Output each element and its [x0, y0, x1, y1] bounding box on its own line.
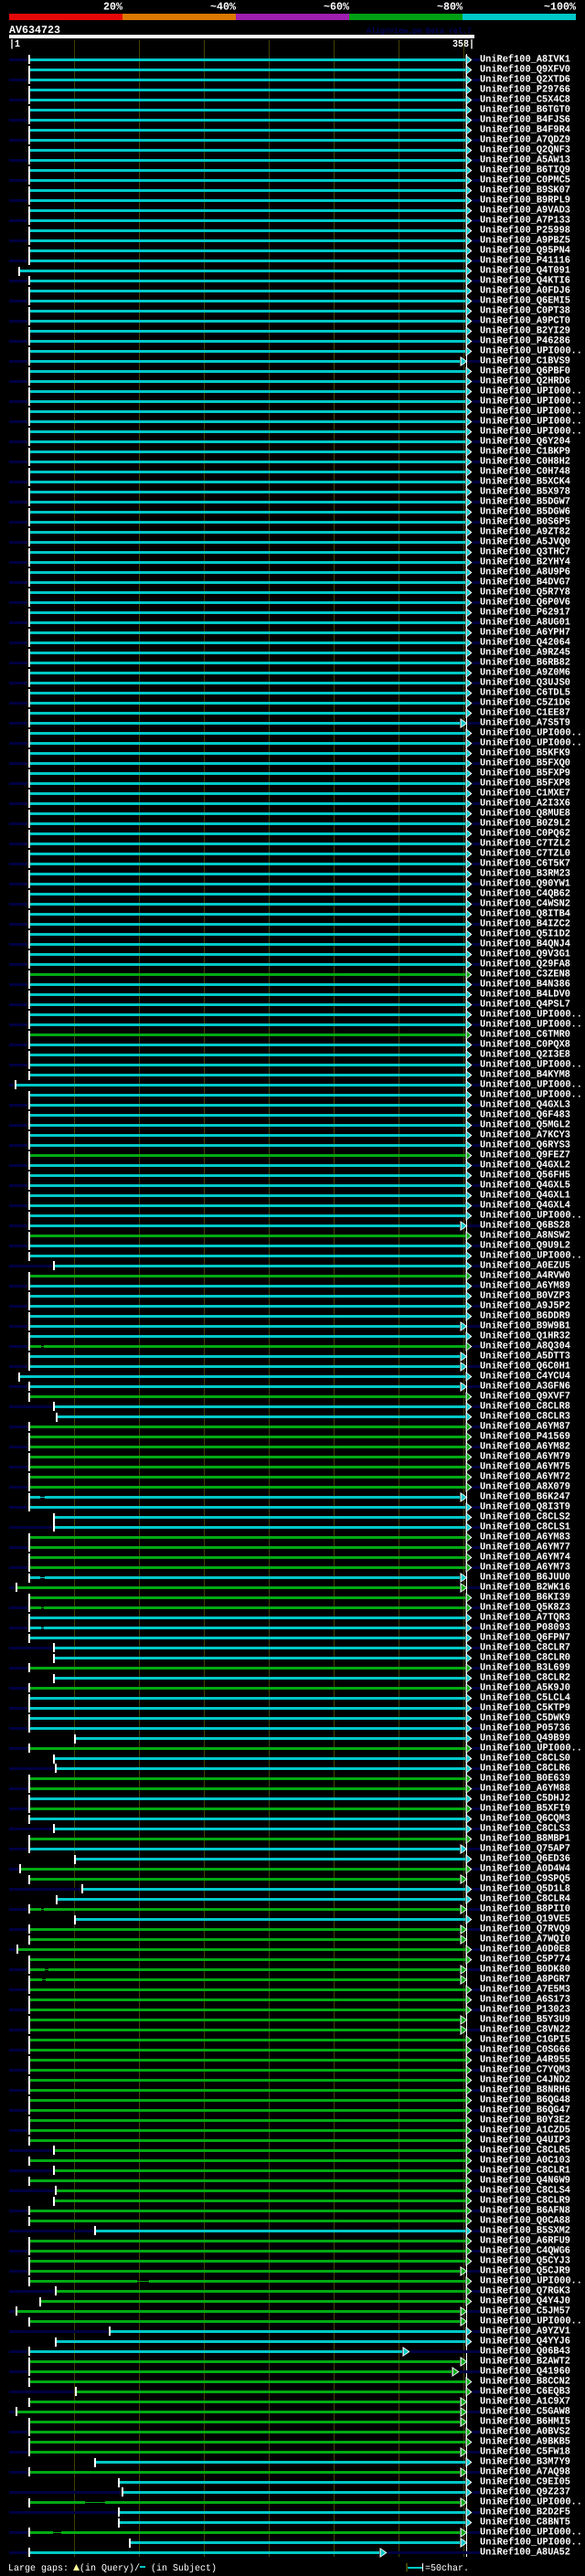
svg-text:|1: |1	[9, 39, 20, 50]
svg-text:~100%: ~100%	[544, 1, 577, 14]
svg-text:~80%: ~80%	[437, 1, 463, 14]
svg-text:(in Query)/: (in Query)/	[80, 2563, 140, 2574]
svg-text:20%: 20%	[103, 1, 123, 14]
svg-text:(in Subject): (in Subject)	[151, 2563, 217, 2574]
svg-text:~40%: ~40%	[210, 1, 237, 14]
svg-text:~60%: ~60%	[324, 1, 350, 14]
svg-text:AV634723: AV634723	[9, 24, 60, 37]
svg-text:=50char.: =50char.	[425, 2563, 469, 2574]
svg-text:UniRef100_A8UA52: UniRef100_A8UA52	[480, 2547, 570, 2559]
svg-text:AlignView.pm Beta rel.7: AlignView.pm Beta rel.7	[367, 27, 472, 36]
svg-text:Large gaps:: Large gaps:	[8, 2563, 69, 2574]
